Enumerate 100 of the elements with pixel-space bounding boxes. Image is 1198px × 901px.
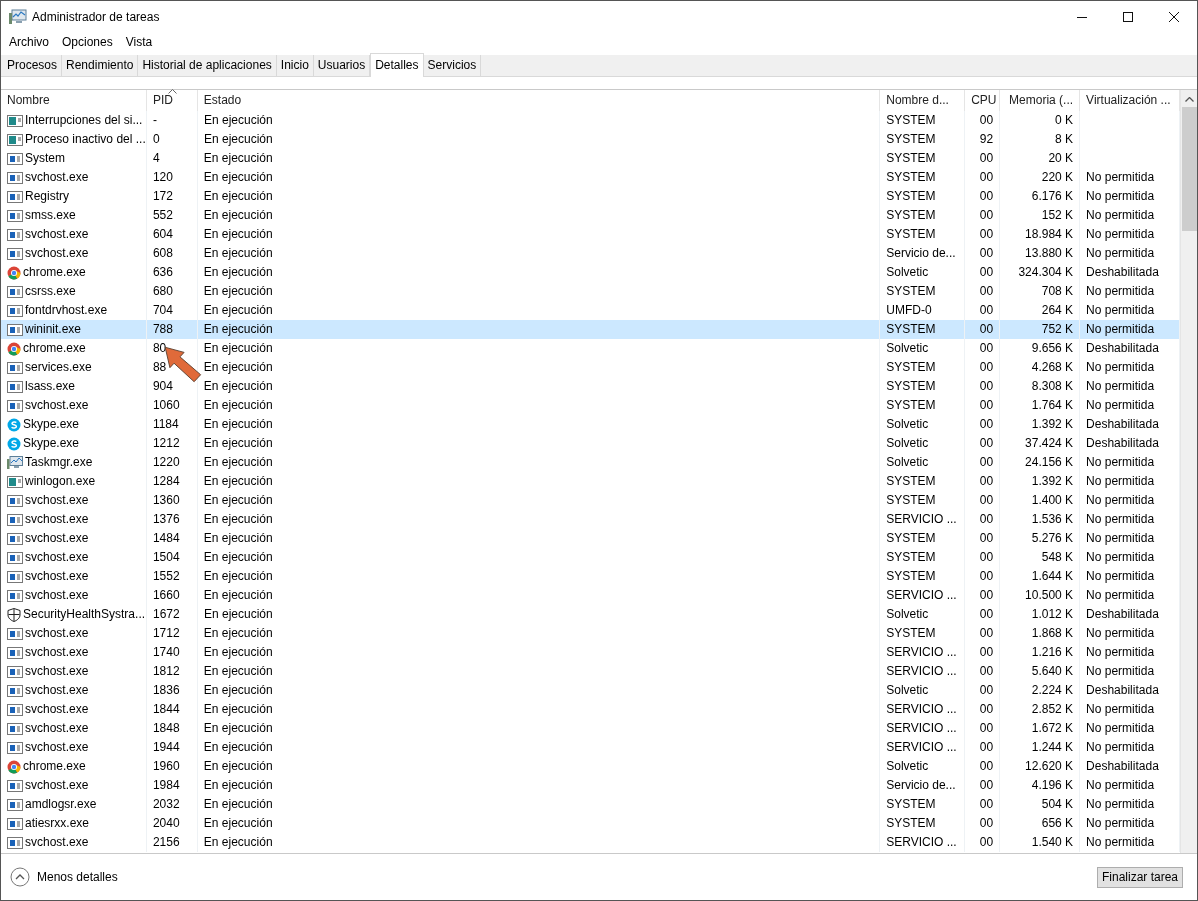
table-row[interactable]: Skype.exe 1184 En ejecución Solvetic 00 1.392 K Deshabilitada	[1, 415, 1180, 434]
table-cell: 1.644 K	[1031, 569, 1074, 583]
less-details-link[interactable]: Menos detalles	[37, 870, 118, 884]
table-cell: 00	[979, 227, 994, 241]
table-row[interactable]: amdlogsr.exe 2032 En ejecución SYSTEM 00 504 K No permitida	[1, 795, 1180, 814]
end-task-button[interactable]: Finalizar tarea	[1096, 866, 1183, 888]
close-icon[interactable]	[1169, 11, 1179, 22]
table-row[interactable]: svchost.exe 1812 En ejecución SERVICIO ... 00 5.640 K No permitida	[1, 662, 1180, 681]
table-cell: 13.880 K	[1025, 246, 1074, 260]
window-icon	[7, 170, 23, 185]
table-row[interactable]: Proceso inactivo del ... 0 En ejecución SYSTEM 92 8 K	[1, 130, 1180, 149]
table-row[interactable]: svchost.exe 1836 En ejecución Solvetic 00 2.224 K Deshabilitada	[1, 681, 1180, 700]
column-header[interactable]: CPU	[965, 90, 1001, 111]
table-row[interactable]: Taskmgr.exe 1220 En ejecución Solvetic 00 24.156 K No permitida	[1, 453, 1180, 472]
table-row[interactable]: svchost.exe 1552 En ejecución SYSTEM 00 1.644 K No permitida	[1, 567, 1180, 586]
table-row[interactable]: chrome.exe 636 En ejecución Solvetic 00 324.304 K Deshabilitada	[1, 263, 1180, 282]
table-row[interactable]: System 4 En ejecución SYSTEM 00 20 K	[1, 149, 1180, 168]
table-row[interactable]: smss.exe 552 En ejecución SYSTEM 00 152 K No permitida	[1, 206, 1180, 225]
table-cell: En ejecución	[203, 322, 273, 336]
table-cell: SYSTEM	[886, 569, 936, 583]
window-icon	[7, 113, 23, 128]
table-cell: No permitida	[1086, 702, 1155, 716]
table-row[interactable]: winlogon.exe 1284 En ejecución SYSTEM 00 1.392 K No permitida	[1, 472, 1180, 491]
scroll-up-icon[interactable]	[1185, 97, 1194, 102]
column-header[interactable]: Nombre d...	[880, 90, 966, 111]
table-row[interactable]: svchost.exe 608 En ejecución Servicio de... 00 13.880 K No permitida	[1, 244, 1180, 263]
scrollbar-thumb[interactable]	[1182, 107, 1197, 231]
column-header[interactable]: Memoria (...	[1000, 90, 1081, 111]
table-row[interactable]: svchost.exe 1944 En ejecución SERVICIO ... 00 1.244 K No permitida	[1, 738, 1180, 757]
table-cell: 00	[979, 265, 994, 279]
tab[interactable]: Detalles	[370, 53, 424, 77]
table-cell: 00	[979, 151, 994, 165]
column-header[interactable]: Nombre	[1, 90, 147, 111]
table-cell: 00	[979, 759, 994, 773]
table-row[interactable]: Interrupciones del si... - En ejecución SYSTEM 00 0 K	[1, 111, 1180, 130]
table-row[interactable]: Skype.exe 1212 En ejecución Solvetic 00 37.424 K Deshabilitada	[1, 434, 1180, 453]
table-cell: En ejecución	[203, 721, 273, 735]
menu-item[interactable]: Vista	[125, 34, 153, 49]
table-row[interactable]: svchost.exe 1376 En ejecución SERVICIO ... 00 1.536 K No permitida	[1, 510, 1180, 529]
table-cell: 37.424 K	[1025, 436, 1074, 450]
table-cell: 00	[979, 284, 994, 298]
table-cell: Deshabilitada	[1086, 759, 1159, 773]
menu-item[interactable]: Archivo	[9, 34, 49, 49]
window-icon	[7, 474, 23, 489]
table-cell-text: svchost.exe	[25, 397, 89, 414]
table-cell-text: svchost.exe	[25, 625, 89, 642]
table-cell-text: svchost.exe	[25, 701, 89, 718]
maximize-icon[interactable]	[1123, 11, 1133, 22]
table-row[interactable]: atiesrxx.exe 2040 En ejecución SYSTEM 00 656 K No permitida	[1, 814, 1180, 833]
table-cell: 1.012 K	[1031, 607, 1074, 621]
table-row[interactable]: svchost.exe 1984 En ejecución Servicio de... 00 4.196 K No permitida	[1, 776, 1180, 795]
table-cell: 80	[152, 341, 167, 355]
table-cell-text: wininit.exe	[25, 321, 82, 338]
column-header[interactable]: Estado	[197, 90, 881, 111]
table-cell: 1672	[153, 607, 180, 621]
table-cell: SYSTEM	[886, 550, 936, 564]
table-cell: SERVICIO ...	[886, 588, 957, 602]
table-row[interactable]: svchost.exe 1360 En ejecución SYSTEM 00 1.400 K No permitida	[1, 491, 1180, 510]
window-icon	[7, 189, 23, 204]
table-cell: En ejecución	[203, 569, 273, 583]
table-row[interactable]: wininit.exe 788 En ejecución SYSTEM 00 752 K No permitida	[1, 320, 1180, 339]
table-row[interactable]: svchost.exe 1844 En ejecución SERVICIO ... 00 2.852 K No permitida	[1, 700, 1180, 719]
table-cell: 1552	[152, 569, 180, 583]
table-cell: 636	[152, 265, 173, 279]
table-cell: 88	[152, 360, 167, 374]
table-row[interactable]: svchost.exe 1060 En ejecución SYSTEM 00 1.764 K No permitida	[1, 396, 1180, 415]
scrollbar[interactable]	[1180, 90, 1197, 853]
table-cell: 00	[979, 322, 994, 336]
menu-item[interactable]: Opciones	[62, 34, 113, 49]
table-cell-text: chrome.exe	[23, 264, 86, 281]
table-row[interactable]: svchost.exe 1504 En ejecución SYSTEM 00 548 K No permitida	[1, 548, 1180, 567]
table-row[interactable]: svchost.exe 120 En ejecución SYSTEM 00 220 K No permitida	[1, 168, 1180, 187]
table-cell-text: chrome.exe	[23, 758, 86, 775]
table-row[interactable]: Registry 172 En ejecución SYSTEM 00 6.176 K No permitida	[1, 187, 1180, 206]
table-cell: 1.536 K	[1031, 512, 1074, 526]
table-row[interactable]: svchost.exe 1712 En ejecución SYSTEM 00 1.868 K No permitida	[1, 624, 1180, 643]
table-row[interactable]: chrome.exe 1960 En ejecución Solvetic 00 12.620 K Deshabilitada	[1, 757, 1180, 776]
table-row[interactable]: svchost.exe 1848 En ejecución SERVICIO ... 00 1.672 K No permitida	[1, 719, 1180, 738]
table-cell-text: Proceso inactivo del ...	[25, 131, 146, 148]
table-cell: No permitida	[1086, 360, 1155, 374]
table-row[interactable]: svchost.exe 1740 En ejecución SERVICIO ... 00 1.216 K No permitida	[1, 643, 1180, 662]
table-cell: SYSTEM	[886, 398, 936, 412]
table-cell: 4	[152, 151, 160, 165]
table-row[interactable]: svchost.exe 2156 En ejecución SERVICIO ... 00 1.540 K No permitida	[1, 833, 1180, 852]
table-cell: 6.176 K	[1031, 189, 1074, 203]
table-cell: SYSTEM	[886, 189, 936, 203]
column-header[interactable]: PID	[146, 90, 198, 111]
table-cell: SYSTEM	[886, 113, 936, 127]
skype-icon	[7, 417, 21, 432]
table-row[interactable]: svchost.exe 1660 En ejecución SERVICIO ... 00 10.500 K No permitida	[1, 586, 1180, 605]
table-row[interactable]: svchost.exe 1484 En ejecución SYSTEM 00 5.276 K No permitida	[1, 529, 1180, 548]
table-cell: No permitida	[1086, 816, 1155, 830]
table-cell: 172	[152, 189, 173, 203]
table-row[interactable]: SecurityHealthSystra... 1672 En ejecución Solvetic 00 1.012 K Deshabilitada	[1, 605, 1180, 624]
table-row[interactable]: csrss.exe 680 En ejecución SYSTEM 00 708 K No permitida	[1, 282, 1180, 301]
window-icon	[7, 588, 23, 603]
collapse-icon[interactable]	[10, 867, 30, 887]
table-row[interactable]: svchost.exe 604 En ejecución SYSTEM 00 18.984 K No permitida	[1, 225, 1180, 244]
table-cell-text: services.exe	[25, 359, 92, 376]
table-cell: 00	[979, 474, 994, 488]
